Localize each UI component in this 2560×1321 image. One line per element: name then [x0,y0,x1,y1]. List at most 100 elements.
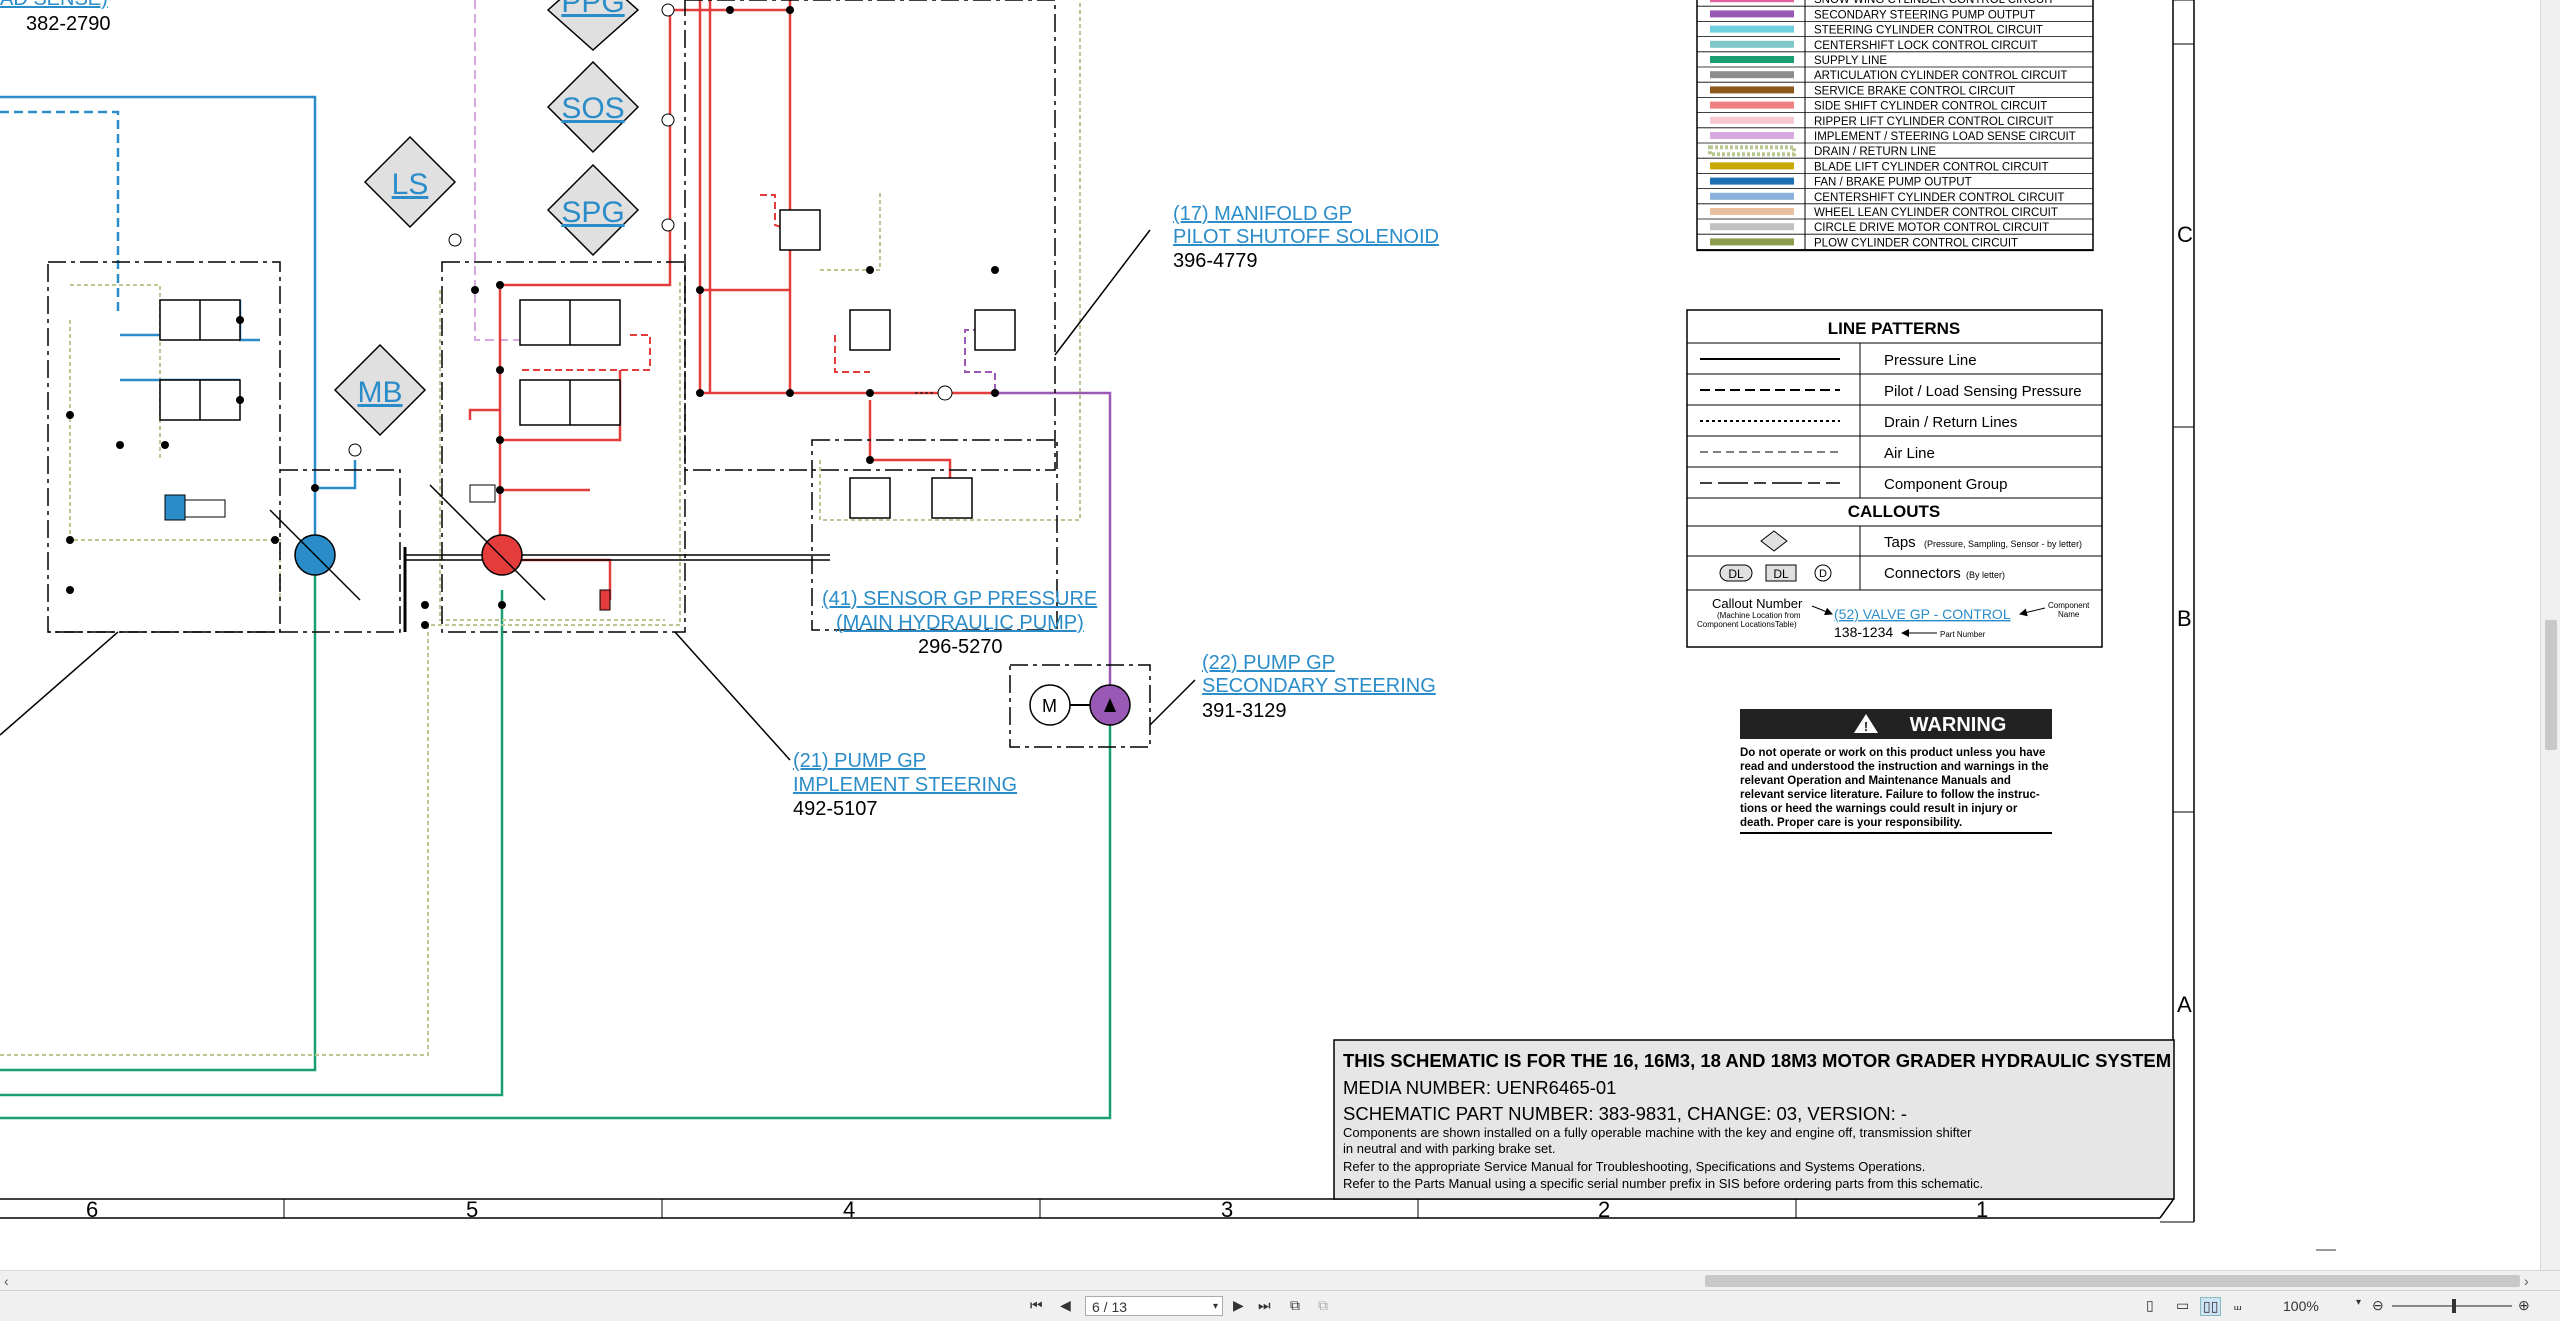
legend-swatch [1710,132,1794,139]
single-page-view-icon[interactable]: ▯ [2146,1297,2154,1314]
tap-ls[interactable]: LS [363,135,457,229]
zoom-out-icon[interactable]: ⊖ [2372,1297,2384,1314]
warning-title: WARNING [1910,714,2007,736]
callout-41-part: 296-5270 [918,636,1003,658]
legend-label: DRAIN / RETURN LINE [1814,146,1936,158]
tap-ppg: PPG [546,0,640,52]
svg-text:(22) PUMP GP: (22) PUMP GP [1202,652,1335,674]
warning-line-4: relevant service literature. Failure to … [1740,789,2040,801]
callout-number-label: Callout Number [1712,596,1803,611]
connectors-note: (By letter) [1966,570,2005,580]
first-page-icon[interactable]: ⏮ [1030,1297,1043,1314]
vertical-scrollbar[interactable] [2540,0,2560,1270]
scroll-left-icon[interactable]: ‹ [4,1271,9,1291]
connectors-label: Connectors [1884,565,1961,582]
tap-spg[interactable]: SPG [546,163,640,257]
svg-text:LS: LS [392,168,429,201]
media-number: MEDIA NUMBER: UENR6465-01 [1343,1077,1616,1098]
svg-text:(17) MANIFOLD GP: (17) MANIFOLD GP [1173,203,1352,225]
schematic-document: C B A 6 5 4 3 2 1 M PPG SOS SPG LS MB 38… [0,0,2540,1270]
legend-label: WHEEL LEAN CYLINDER CONTROL CIRCUIT [1814,207,2058,219]
rotate-view-icon[interactable]: ⧉ [1290,1297,1300,1314]
svg-text:(21) PUMP GP: (21) PUMP GP [793,750,926,772]
legend-label: IMPLEMENT / STEERING LOAD SENSE CIRCUIT [1814,131,2076,143]
pattern-pressure: Pressure Line [1884,352,1977,369]
facing-view-icon[interactable]: ▯▯ [2200,1297,2222,1316]
legend-swatch [1710,208,1794,215]
page-number-field[interactable]: 6 / 13 ▾ [1085,1296,1223,1316]
component-name-2: Name [2058,610,2080,619]
legend-swatch [1710,177,1794,185]
page-dropdown-icon[interactable]: ▾ [1213,1297,1218,1317]
legend-swatch [1710,0,1794,3]
title-note-3: Refer to the appropriate Service Manual … [1343,1159,1925,1174]
page-number-value: 6 / 13 [1092,1299,1128,1315]
callout-17-link[interactable]: (17) MANIFOLD GP PILOT SHUTOFF SOLENOID [1173,203,1439,248]
legend-label: SIDE SHIFT CYLINDER CONTROL CIRCUIT [1814,101,2047,113]
hydraulic-schematic: C B A 6 5 4 3 2 1 M PPG SOS SPG LS MB 38… [0,0,2336,1251]
zoom-dropdown-icon[interactable]: ▾ [2356,1297,2361,1308]
zoom-level[interactable]: 100% [2283,1298,2319,1314]
legend-label: FAN / BRAKE PUMP OUTPUT [1814,177,1972,189]
svg-text:M: M [1042,696,1057,716]
callout-21-part: 492-5107 [793,798,878,820]
taps-label: Taps [1884,534,1916,551]
previous-page-icon[interactable]: ◀ [1060,1297,1071,1314]
callout-sub1: (Machine Location from [1717,611,1801,620]
horizontal-scrollbar[interactable]: ‹ › [0,1270,2560,1291]
warning-line-6: death. Proper care is your responsibilit… [1740,817,1962,829]
tap-mb[interactable]: MB [333,343,427,437]
connector-icon-b-label: DL [1773,567,1789,581]
example-callout-link[interactable]: (52) VALVE GP - CONTROL [1834,606,2011,622]
horizontal-scroll-thumb[interactable] [1705,1275,2520,1287]
zoom-in-icon[interactable]: ⊕ [2518,1297,2530,1314]
col-label-1: 1 [1976,1197,1988,1222]
svg-text:AD SENSE): AD SENSE) [0,0,108,10]
legend-label: CENTERSHIFT LOCK CONTROL CIRCUIT [1814,40,2038,52]
svg-text:!: ! [1864,719,1868,734]
callout-top-left[interactable]: AD SENSE) [0,0,108,10]
svg-text:SPG: SPG [561,196,624,229]
title-block: THIS SCHEMATIC IS FOR THE 16, 16M3, 18 A… [1333,1039,2175,1200]
legend-swatch [1710,40,1794,48]
legend-swatch [1710,56,1794,63]
legend-swatch [1710,86,1794,94]
zoom-slider-handle[interactable] [2452,1299,2456,1313]
connector-icon-c-label: D [1819,568,1827,580]
row-label-b: B [2177,606,2192,631]
svg-text:SECONDARY STEERING: SECONDARY STEERING [1202,675,1436,697]
continuous-facing-icon[interactable]: ⧢ [2234,1297,2241,1314]
col-label-6: 6 [86,1197,98,1222]
legend-label: CENTERSHIFT CYLINDER CONTROL CIRCUIT [1814,192,2064,204]
tap-sos[interactable]: SOS [546,60,640,154]
legend-swatch [1710,162,1794,170]
legend-swatch [1710,238,1794,246]
callout-21-link[interactable]: (21) PUMP GP IMPLEMENT STEERING [793,750,1017,796]
callout-22-link[interactable]: (22) PUMP GP SECONDARY STEERING [1202,652,1436,697]
title-note-4: Refer to the Parts Manual using a specif… [1343,1176,1983,1191]
vertical-scroll-thumb[interactable] [2545,620,2557,750]
multi-page-icon[interactable]: ⧉ [1318,1297,1328,1314]
line-patterns-legend: LINE PATTERNS Pressure Line Pilot / Load… [1686,309,2103,648]
svg-text:(41) SENSOR GP PRESSURE: (41) SENSOR GP PRESSURE [822,588,1097,610]
next-page-icon[interactable]: ▶ [1233,1297,1244,1314]
taps-note: (Pressure, Sampling, Sensor - by letter) [1924,539,2082,549]
scroll-right-icon[interactable]: › [2524,1271,2529,1291]
component-name-1: Component [2048,601,2090,610]
legend-swatch [1710,223,1794,231]
pattern-air: Air Line [1884,445,1935,462]
continuous-view-icon[interactable]: ▭ [2176,1297,2189,1314]
warning-line-1: Do not operate or work on this product u… [1740,747,2045,759]
legend-label: STEERING CYLINDER CONTROL CIRCUIT [1814,25,2043,37]
legend-label: BLADE LIFT CYLINDER CONTROL CIRCUIT [1814,161,2049,173]
connector-icon-a-label: DL [1728,567,1744,581]
last-page-icon[interactable]: ⏭ [1258,1297,1271,1314]
zoom-slider[interactable] [2392,1299,2512,1313]
callout-41-link[interactable]: (41) SENSOR GP PRESSURE (MAIN HYDRAULIC … [822,588,1097,634]
col-label-5: 5 [466,1197,478,1222]
legend-label: ARTICULATION CYLINDER CONTROL CIRCUIT [1814,70,2067,82]
line-patterns-title: LINE PATTERNS [1828,319,1961,338]
title-note-2: in neutral and with parking brake set. [1343,1141,1555,1156]
legend-label: PLOW CYLINDER CONTROL CIRCUIT [1814,237,2018,249]
col-label-3: 3 [1221,1197,1233,1222]
